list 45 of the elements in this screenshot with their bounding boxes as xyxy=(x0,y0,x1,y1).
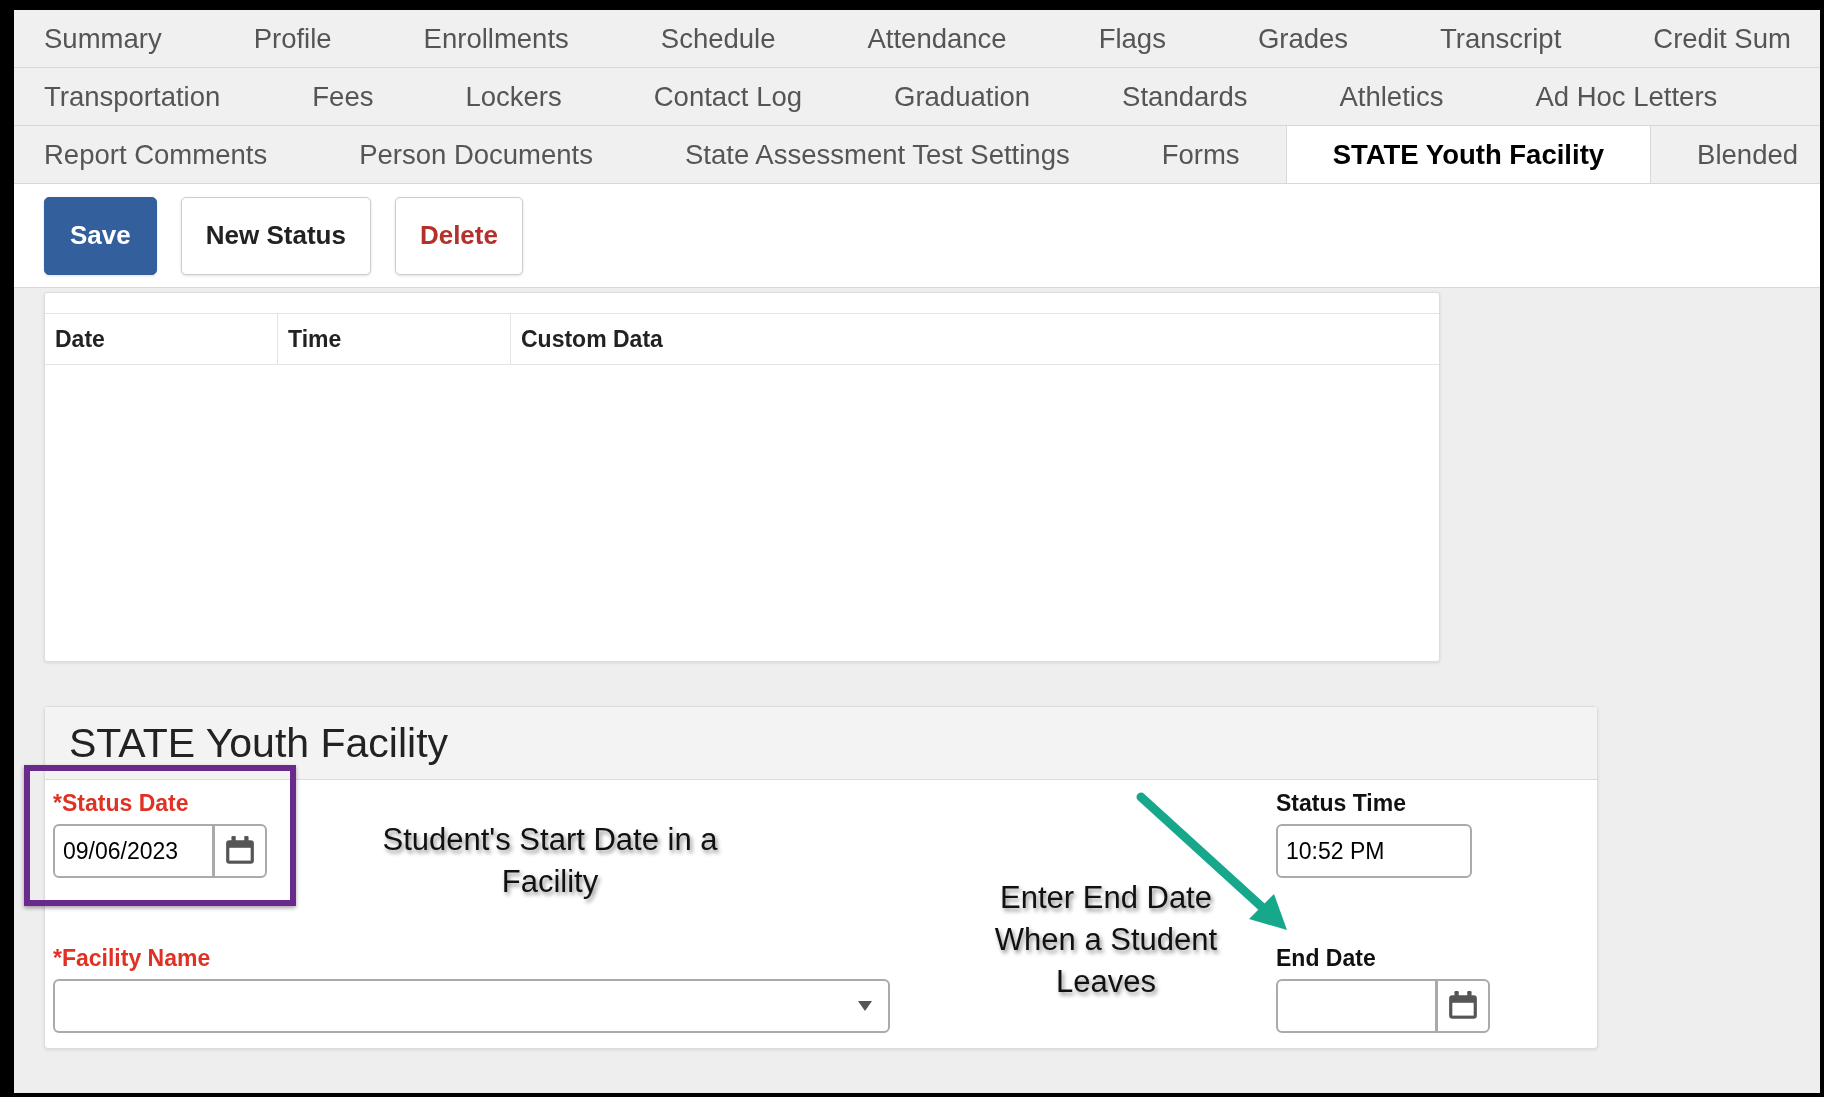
date-field[interactable]: 09/06/2023 xyxy=(53,824,214,878)
calendar-icon xyxy=(224,836,256,866)
tab[interactable]: Graduation xyxy=(848,68,1077,125)
tab[interactable]: State Assessment Test Settings xyxy=(639,126,1116,183)
tab[interactable]: Athletics xyxy=(1293,68,1490,125)
column-header: Time xyxy=(278,314,511,364)
tab[interactable]: Transportation xyxy=(14,68,267,125)
tab[interactable]: Forms xyxy=(1115,126,1286,183)
new-status-button[interactable]: New Status xyxy=(180,196,371,275)
tab[interactable]: Flags xyxy=(1052,10,1212,67)
form-title: STATE Youth Facility xyxy=(69,719,449,767)
tab[interactable]: Transcript xyxy=(1394,10,1608,67)
calendar-button[interactable] xyxy=(1437,979,1490,1033)
column-header: Custom Data xyxy=(520,325,664,354)
callout-text: Enter End Date When a Student Leaves xyxy=(993,879,1219,1001)
tab[interactable]: Person Documents xyxy=(313,126,639,183)
tab[interactable]: Grades xyxy=(1211,10,1395,67)
delete-button[interactable]: Delete xyxy=(394,196,523,275)
tab[interactable]: STATE Youth Facility xyxy=(1285,126,1652,183)
calendar-icon xyxy=(1447,991,1479,1021)
tab[interactable]: Attendance xyxy=(821,10,1053,67)
date-field[interactable] xyxy=(1276,979,1437,1033)
tab[interactable]: Lockers xyxy=(419,68,608,125)
field-label: Status Time xyxy=(1276,790,1406,817)
caret-icon xyxy=(858,1001,872,1011)
tab[interactable]: Profile xyxy=(207,10,378,67)
tab[interactable]: Schedule xyxy=(614,10,822,67)
tab[interactable]: Summary xyxy=(14,10,208,67)
tab[interactable]: Blended xyxy=(1651,126,1820,183)
tab[interactable]: Contact Log xyxy=(607,68,849,125)
field-label: *Facility Name xyxy=(53,945,211,972)
calendar-button[interactable] xyxy=(214,824,267,878)
tab[interactable]: Ad Hoc Letters xyxy=(1489,68,1764,125)
column-header: Date xyxy=(45,314,278,364)
time-field[interactable]: 10:52 PM xyxy=(1276,824,1472,878)
save-button[interactable]: Save xyxy=(44,196,157,275)
tab[interactable]: Fees xyxy=(266,68,420,125)
tab[interactable]: Report Comments xyxy=(14,126,314,183)
tab[interactable]: Credit Sum xyxy=(1607,10,1820,67)
dropdown-field[interactable] xyxy=(53,979,890,1033)
field-label: *Status Date xyxy=(53,790,189,817)
tab[interactable]: Enrollments xyxy=(377,10,615,67)
callout-text: Student's Start Date in a Facility xyxy=(381,821,719,901)
tab[interactable]: Standards xyxy=(1076,68,1294,125)
field-label: End Date xyxy=(1276,945,1376,972)
